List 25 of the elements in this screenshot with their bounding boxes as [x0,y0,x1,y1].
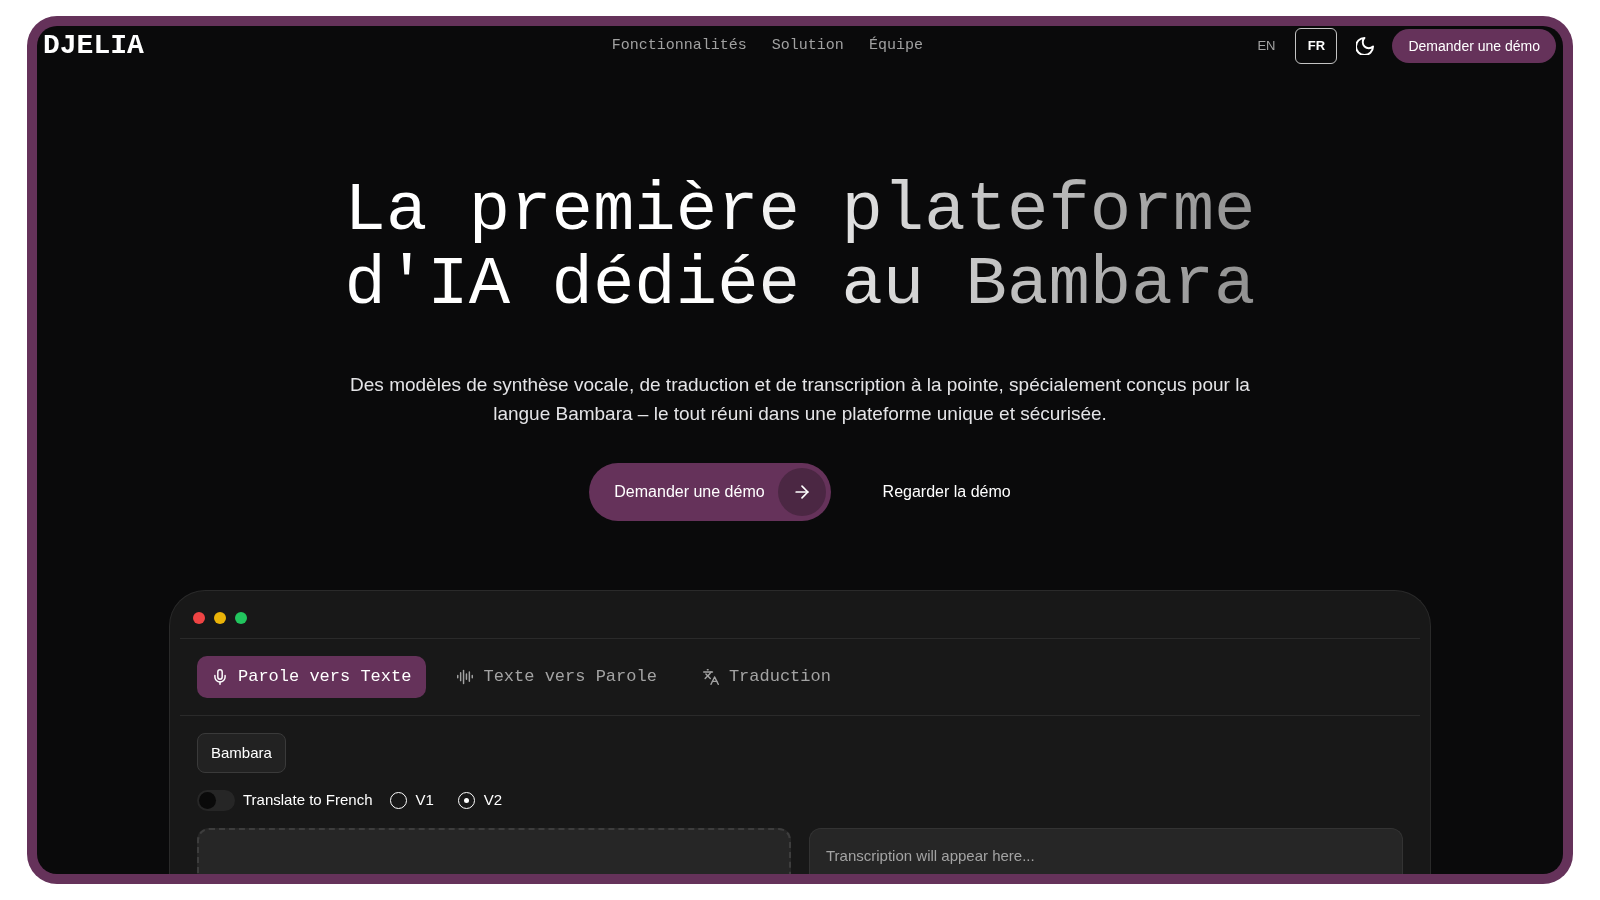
demo-button[interactable]: Demander une démo [1392,29,1556,63]
toggle-switch[interactable] [197,790,235,811]
language-option[interactable]: FR [1295,28,1338,64]
nav-link[interactable]: Équipe [868,34,923,58]
hero-subtitle: Des modèles de synthèse vocale, de traduction et de transcription à la pointe, spécialement conçus pour la langue Bambara – le tout réuni dans une plateforme unique et sécurisée. [349,373,1251,426]
arrow-right-icon [777,468,826,516]
translate-icon [702,669,719,685]
toggle-label: Translate to French [243,790,373,811]
mode-tab[interactable]: Texte vers Parole [442,656,672,698]
logo[interactable]: DJELIA [43,32,144,60]
mode-tab[interactable]: Parole vers Texte [197,656,427,698]
demo-button[interactable]: Demander une démo [589,463,831,521]
waveform-icon [457,669,474,685]
nav-link[interactable]: Solution [771,34,844,58]
moon-icon[interactable] [1356,37,1375,55]
output-field[interactable]: Transcription will appear here... [809,828,1403,874]
mode-tab[interactable]: Traduction [687,656,846,698]
nav-link[interactable]: Fonctionnalités [611,34,747,58]
microphone-icon [212,669,228,685]
dashed-input-area[interactable] [197,828,791,874]
radio-label: V1 [415,790,434,811]
radio-label: V2 [483,790,503,811]
language-option[interactable]: EN [1245,28,1288,64]
watch-demo-link[interactable]: Regarder la démo [882,480,1011,504]
language-button[interactable]: Bambara [197,733,286,773]
